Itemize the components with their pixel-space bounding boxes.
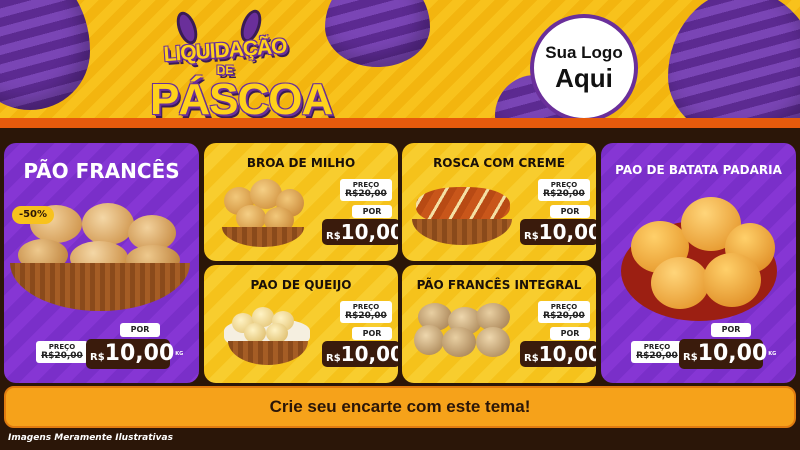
por-label: POR (352, 327, 392, 340)
product-name: PÃO FRANCÊS (23, 159, 180, 183)
new-price-tag: R$10,00KG (322, 219, 398, 245)
basket-image (10, 263, 190, 311)
new-price: 10,00 (538, 220, 596, 244)
preco-label: PREÇO (352, 181, 380, 189)
currency-label: R$ (524, 353, 539, 364)
bread-image (244, 323, 266, 343)
cta-button[interactable]: Crie seu encarte com este tema! (4, 386, 796, 428)
product-name: ROSCA COM CREME (433, 156, 565, 170)
logo-text-line-1: Sua Logo (545, 42, 623, 62)
old-price-tag: PREÇO R$20,00 (538, 179, 590, 201)
logo-text-line-2: Aqui (555, 62, 613, 93)
por-label: POR (550, 205, 590, 218)
preco-label: PREÇO (643, 343, 671, 351)
preco-label: PREÇO (352, 303, 380, 311)
bread-image (703, 253, 761, 307)
bread-image (476, 327, 510, 357)
product-name: PÃO FRANCÊS INTEGRAL (416, 278, 582, 292)
por-label: POR (120, 323, 160, 337)
por-label: POR (711, 323, 751, 337)
old-price: R$20,00 (636, 351, 678, 361)
product-card-broa-de-milho[interactable]: BROA DE MILHO PREÇO R$20,00 POR R$10,00K… (204, 143, 398, 261)
easter-sale-logo: LIQUIDAÇÃO DE PÁSCOA (150, 5, 333, 128)
bread-bowl-image (621, 191, 777, 321)
easter-egg-decoration (0, 0, 90, 110)
unit-label: KG (175, 351, 184, 357)
new-price-tag: R$10,00KG (520, 341, 596, 367)
new-price-tag: R$10,00KG (322, 341, 398, 367)
logo-placeholder[interactable]: Sua Logo Aqui (530, 14, 638, 122)
new-price: 10,00 (538, 342, 596, 366)
product-name: PAO DE QUEIJO (250, 278, 352, 292)
currency-label: R$ (524, 231, 539, 242)
new-price-tag: R$10,00KG (520, 219, 596, 245)
old-price-tag: PREÇO R$20,00 (538, 301, 590, 323)
old-price: R$20,00 (41, 351, 83, 361)
new-price: 10,00 (340, 342, 398, 366)
preco-label: PREÇO (550, 181, 578, 189)
old-price-tag: PREÇO R$20,00 (36, 341, 88, 363)
disclaimer-text: Imagens Meramente Ilustrativas (8, 433, 173, 443)
unit-label: KG (768, 351, 777, 357)
por-label: POR (352, 205, 392, 218)
currency-label: R$ (326, 353, 341, 364)
bread-basket-image (218, 305, 314, 371)
bread-basket-image (412, 181, 512, 249)
new-price: 10,00 (340, 220, 398, 244)
new-price-tag: R$10,00KG (86, 339, 183, 369)
old-price: R$20,00 (345, 311, 387, 321)
discount-badge: -50% (12, 206, 54, 224)
bread-image (414, 325, 444, 355)
header-divider (0, 118, 800, 128)
basket-image (228, 341, 308, 365)
old-price-tag: PREÇO R$20,00 (631, 341, 683, 363)
currency-label: R$ (90, 352, 105, 363)
old-price-tag: PREÇO R$20,00 (340, 179, 392, 201)
product-name: BROA DE MILHO (246, 156, 356, 170)
preco-label: PREÇO (550, 303, 578, 311)
bread-basket-image (410, 303, 514, 373)
product-card-pao-frances-integral[interactable]: PÃO FRANCÊS INTEGRAL PREÇO R$20,00 POR R… (402, 265, 596, 383)
bread-basket-image (218, 179, 308, 249)
old-price: R$20,00 (345, 189, 387, 199)
bread-image (82, 203, 134, 245)
product-card-pao-de-batata[interactable]: PAO DE BATATA PADARIA PREÇO R$20,00 POR … (601, 143, 796, 383)
product-card-rosca-com-creme[interactable]: ROSCA COM CREME PREÇO R$20,00 POR R$10,0… (402, 143, 596, 261)
bread-image (266, 323, 288, 343)
new-price-tag: R$10,00KG (679, 339, 776, 369)
old-price: R$20,00 (543, 311, 585, 321)
basket-image (222, 227, 304, 247)
easter-egg-decoration (668, 0, 800, 128)
old-price-tag: PREÇO R$20,00 (340, 301, 392, 323)
currency-label: R$ (683, 352, 698, 363)
old-price: R$20,00 (543, 189, 585, 199)
currency-label: R$ (326, 231, 341, 242)
por-label: POR (550, 327, 590, 340)
new-price: 10,00 (697, 341, 768, 366)
basket-image (412, 219, 512, 245)
product-card-pao-de-queijo[interactable]: PAO DE QUEIJO PREÇO R$20,00 POR R$10,00K… (204, 265, 398, 383)
easter-egg-decoration (325, 0, 430, 67)
header-banner: LIQUIDAÇÃO DE PÁSCOA Sua Logo Aqui (0, 0, 800, 128)
new-price: 10,00 (104, 341, 175, 366)
product-card-pao-frances[interactable]: PÃO FRANCÊS PREÇO R$20,00 POR R$10,00KG (4, 143, 199, 383)
bread-image (442, 327, 476, 357)
preco-label: PREÇO (48, 343, 76, 351)
bread-image (651, 257, 709, 309)
product-name: PAO DE BATATA PADARIA (615, 163, 782, 177)
